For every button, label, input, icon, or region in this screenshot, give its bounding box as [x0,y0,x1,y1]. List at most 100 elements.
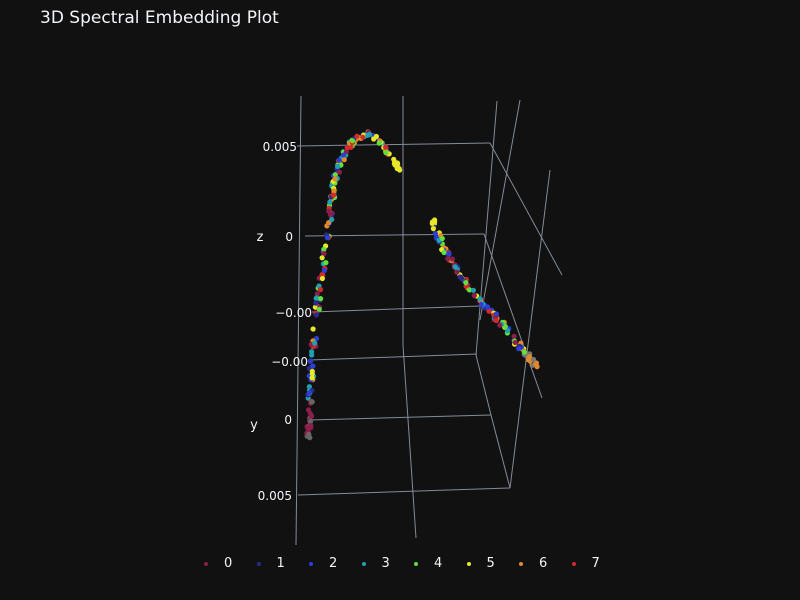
data-points [304,129,540,441]
data-point [445,256,451,262]
tick-labels: 0.005 0 −0.00 −0.00 0 0.005 z y [250,140,312,503]
data-point [516,346,522,352]
data-point [360,134,366,140]
grid-line [295,95,302,546]
y-tick-label: 0.005 [258,489,292,503]
data-point [312,340,318,346]
data-point [471,292,477,299]
data-point [336,157,342,163]
data-point [309,375,315,381]
z-axis-title: z [257,230,264,245]
data-point [512,339,518,346]
data-point [371,136,377,142]
y-axis-title: y [250,418,258,433]
legend-item[interactable]: 5 [461,556,514,571]
grid-line [297,487,511,496]
data-point [316,306,322,312]
data-point [319,275,325,282]
data-point [340,152,347,158]
data-point [309,352,315,358]
data-point [321,267,327,273]
data-point [446,250,452,257]
data-point [477,296,483,302]
grid-line [475,354,492,416]
data-point [521,349,528,355]
data-point [306,390,312,396]
data-point [365,132,371,138]
data-point [309,399,315,405]
legend-item[interactable]: 4 [408,556,461,571]
data-point [441,249,447,256]
data-point [341,157,347,163]
grid-line [309,353,478,361]
data-point [454,269,460,275]
data-point [485,304,491,310]
data-point [463,280,469,286]
data-point [530,356,537,363]
legend-label: 7 [591,556,600,571]
data-point [429,220,435,226]
legend-item[interactable]: 2 [303,556,356,571]
grid-line [311,305,481,313]
data-point [324,235,330,241]
data-point [533,361,539,367]
data-point [323,260,329,266]
data-point [478,301,484,308]
data-point [308,413,315,419]
data-point [354,133,360,139]
grid-line [479,99,521,321]
data-point [310,326,316,332]
data-point [452,264,458,270]
z-tick-label: 0.005 [263,140,297,154]
data-point [470,287,476,293]
legend-marker [519,561,523,566]
data-point [330,192,336,198]
data-point [511,333,517,339]
data-point [383,150,389,156]
data-point [336,169,342,175]
legend-label: 0 [224,556,233,571]
legend-marker [204,561,208,566]
grid-line [296,142,491,147]
legend-item[interactable]: 0 [198,556,251,571]
z-tick-label: −0.00 [275,306,312,320]
legend-marker [256,561,261,566]
data-point [449,256,455,262]
legend-marker [571,561,576,566]
data-point [332,176,338,182]
data-point [383,144,389,150]
legend-label: 3 [381,556,390,571]
legend-marker [414,561,418,566]
legend-item[interactable]: 7 [566,556,619,571]
legend-label: 2 [329,556,338,571]
data-point [376,140,382,146]
z-tick-label: −0.00 [271,355,308,369]
data-point [327,199,333,205]
data-point [318,296,324,302]
data-point [317,287,324,293]
chart-3d-scene[interactable]: 0.005 0 −0.00 −0.00 0 0.005 z y [0,0,800,600]
legend-item[interactable]: 3 [356,556,409,571]
data-point [306,431,312,437]
y-tick-label: 0 [284,413,292,427]
data-point [308,423,314,429]
data-point [439,235,445,242]
data-point [329,216,335,223]
legend-label: 5 [486,556,495,571]
legend-item[interactable]: 6 [513,556,566,571]
data-point [313,312,319,318]
grid-line [309,414,492,421]
data-point [459,275,465,281]
legend: 0 1 2 3 4 5 6 7 [198,556,618,571]
grid-line [509,169,551,489]
grid-line [489,142,563,276]
legend-label: 4 [434,556,443,571]
data-point [349,138,356,144]
data-point [430,226,436,232]
data-point [313,300,319,306]
z-tick-label: 0 [285,230,293,244]
grid-line [402,344,417,539]
legend-item[interactable]: 1 [251,556,304,571]
legend-label: 6 [539,556,548,571]
data-point [397,167,403,173]
